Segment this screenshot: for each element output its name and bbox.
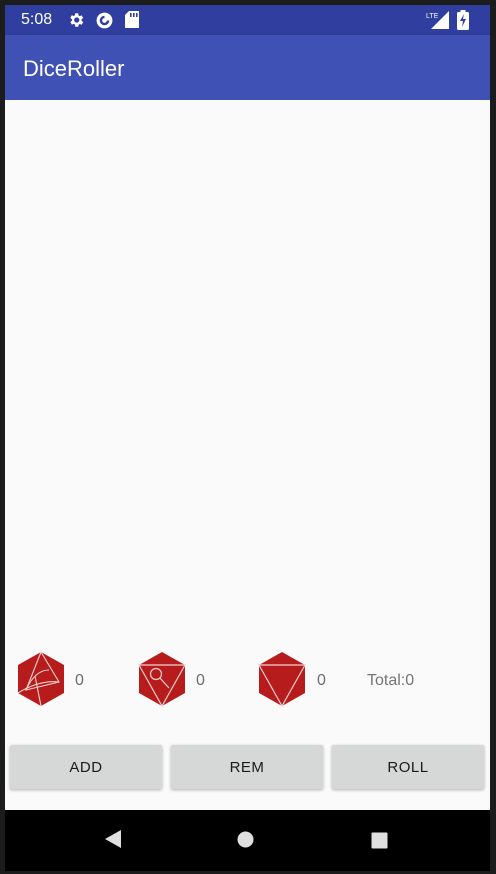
back-icon[interactable] xyxy=(103,828,123,850)
add-button[interactable]: ADD xyxy=(10,745,162,789)
settings-icon xyxy=(70,13,84,27)
recents-icon[interactable] xyxy=(371,832,388,849)
d20-die-icon[interactable] xyxy=(136,650,188,708)
lte-signal-icon: LTE xyxy=(426,11,449,29)
dice-row: 0 0 0 Total:0 xyxy=(5,650,490,710)
phone-screen: 5:08 LTE DiceRoller 0 0 0 Total:0 ADD RE… xyxy=(5,5,490,871)
roll-button[interactable]: ROLL xyxy=(332,745,484,789)
die-count-1: 0 xyxy=(75,672,84,689)
battery-charging-icon xyxy=(457,10,469,30)
rem-button[interactable]: REM xyxy=(171,745,323,789)
die-count-3: 0 xyxy=(317,672,326,689)
navigation-bar xyxy=(5,810,490,871)
sync-icon xyxy=(96,12,113,29)
app-bar: DiceRoller xyxy=(5,35,490,100)
d20-die-icon[interactable] xyxy=(15,650,67,708)
app-title: DiceRoller xyxy=(23,56,125,81)
sd-card-icon xyxy=(125,11,139,28)
svg-text:LTE: LTE xyxy=(426,13,439,20)
d20-die-icon[interactable] xyxy=(256,650,308,708)
status-bar: 5:08 LTE xyxy=(5,5,490,35)
total-label: Total:0 xyxy=(367,672,415,689)
die-count-2: 0 xyxy=(196,672,205,689)
home-icon[interactable] xyxy=(237,831,254,848)
main-content: 0 0 0 Total:0 ADD REM ROLL xyxy=(5,100,490,810)
status-time: 5:08 xyxy=(21,11,53,28)
